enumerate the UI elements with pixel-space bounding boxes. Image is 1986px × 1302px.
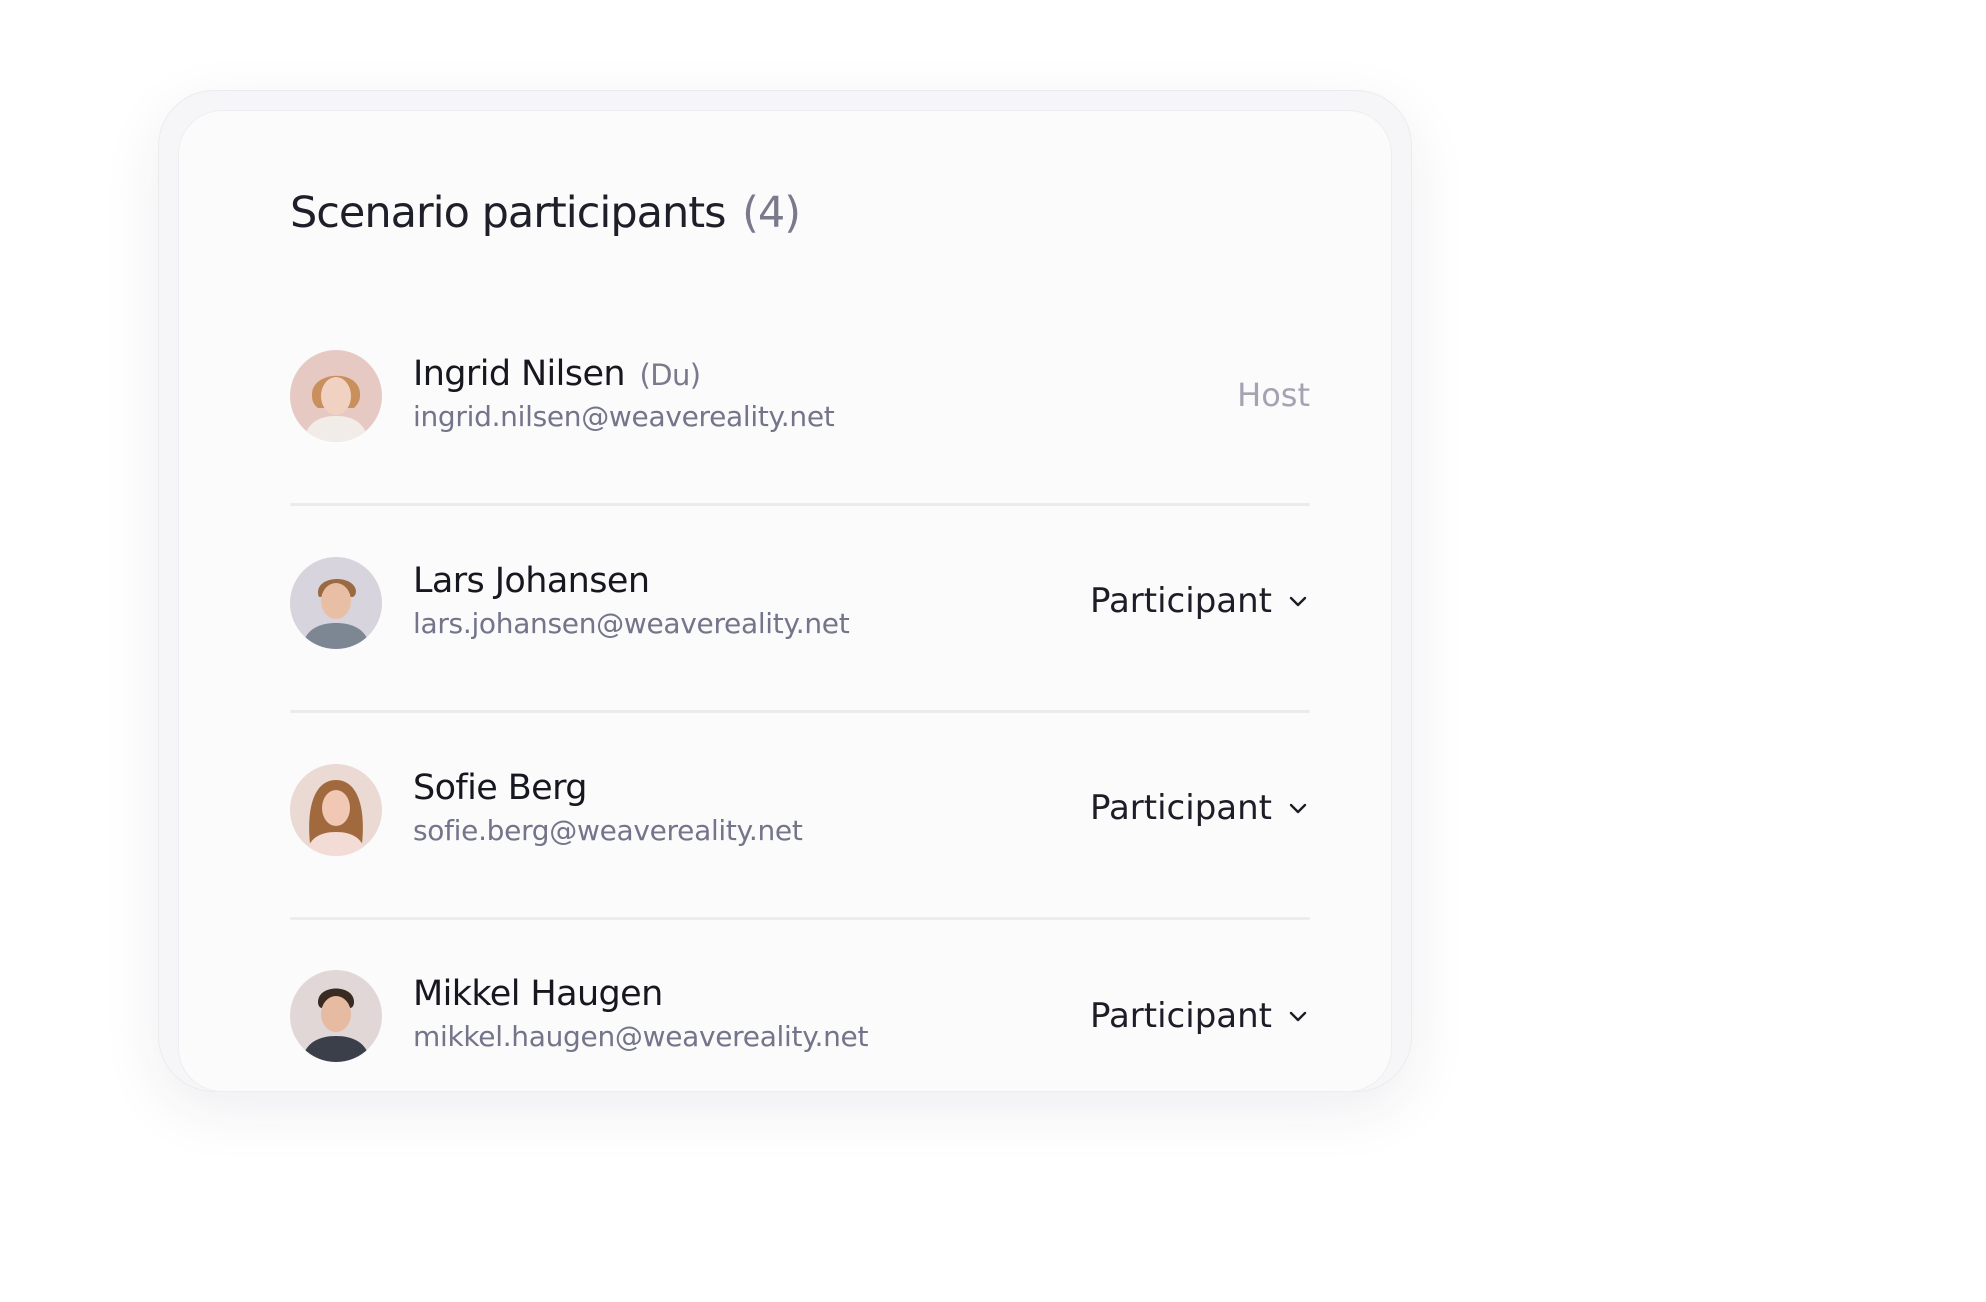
participant-row: Sofie Berg sofie.berg@weavereality.net P…: [290, 764, 1310, 864]
row-divider: [290, 503, 1310, 506]
participant-name: Mikkel Haugen: [413, 974, 663, 1014]
participant-name-line: Lars Johansen: [413, 561, 650, 601]
avatar-portrait-icon: [290, 970, 382, 1062]
avatar: [290, 970, 382, 1062]
role-dropdown[interactable]: Participant: [1090, 581, 1310, 621]
avatar-face: [322, 790, 350, 826]
chevron-down-icon: [1289, 1011, 1307, 1022]
avatar-face: [321, 377, 351, 415]
participant-name: Lars Johansen: [413, 561, 650, 601]
participant-email: mikkel.haugen@weavereality.net: [413, 1020, 869, 1053]
role-dropdown-label: Participant: [1089, 996, 1272, 1036]
row-divider: [290, 917, 1310, 920]
role-dropdown[interactable]: Participant: [1090, 788, 1310, 828]
participant-count: (4): [742, 188, 801, 238]
participant-email: ingrid.nilsen@weavereality.net: [413, 400, 835, 433]
avatar-portrait-icon: [290, 350, 382, 442]
you-tag: (Du): [639, 358, 702, 392]
participant-email: lars.johansen@weavereality.net: [413, 607, 850, 640]
title-text: Scenario participants: [290, 188, 726, 238]
participant-row: Ingrid Nilsen (Du) ingrid.nilsen@weavere…: [290, 350, 1310, 450]
chevron-down-icon: [1289, 803, 1307, 814]
participant-email: sofie.berg@weavereality.net: [413, 814, 803, 847]
role-dropdown-label: Participant: [1089, 788, 1272, 828]
participant-name-line: Ingrid Nilsen (Du): [413, 354, 702, 394]
avatar-portrait-icon: [290, 764, 382, 856]
avatar-face: [321, 583, 351, 619]
participant-name: Ingrid Nilsen: [413, 354, 626, 394]
row-divider: [290, 710, 1310, 713]
participant-name-line: Mikkel Haugen: [413, 974, 663, 1014]
avatar-face: [321, 996, 351, 1032]
role-label-host: Host: [1237, 376, 1310, 414]
participant-name: Sofie Berg: [413, 768, 587, 808]
participant-row: Lars Johansen lars.johansen@weavereality…: [290, 557, 1310, 657]
avatar: [290, 350, 382, 442]
chevron-down-icon: [1289, 596, 1307, 607]
avatar-portrait-icon: [290, 557, 382, 649]
avatar: [290, 764, 382, 856]
participant-name-line: Sofie Berg: [413, 768, 587, 808]
participant-row: Mikkel Haugen mikkel.haugen@weavereality…: [290, 970, 1310, 1070]
role-dropdown-label: Participant: [1089, 581, 1272, 621]
role-dropdown[interactable]: Participant: [1090, 996, 1310, 1036]
avatar: [290, 557, 382, 649]
page-title: Scenario participants (4): [290, 188, 801, 238]
